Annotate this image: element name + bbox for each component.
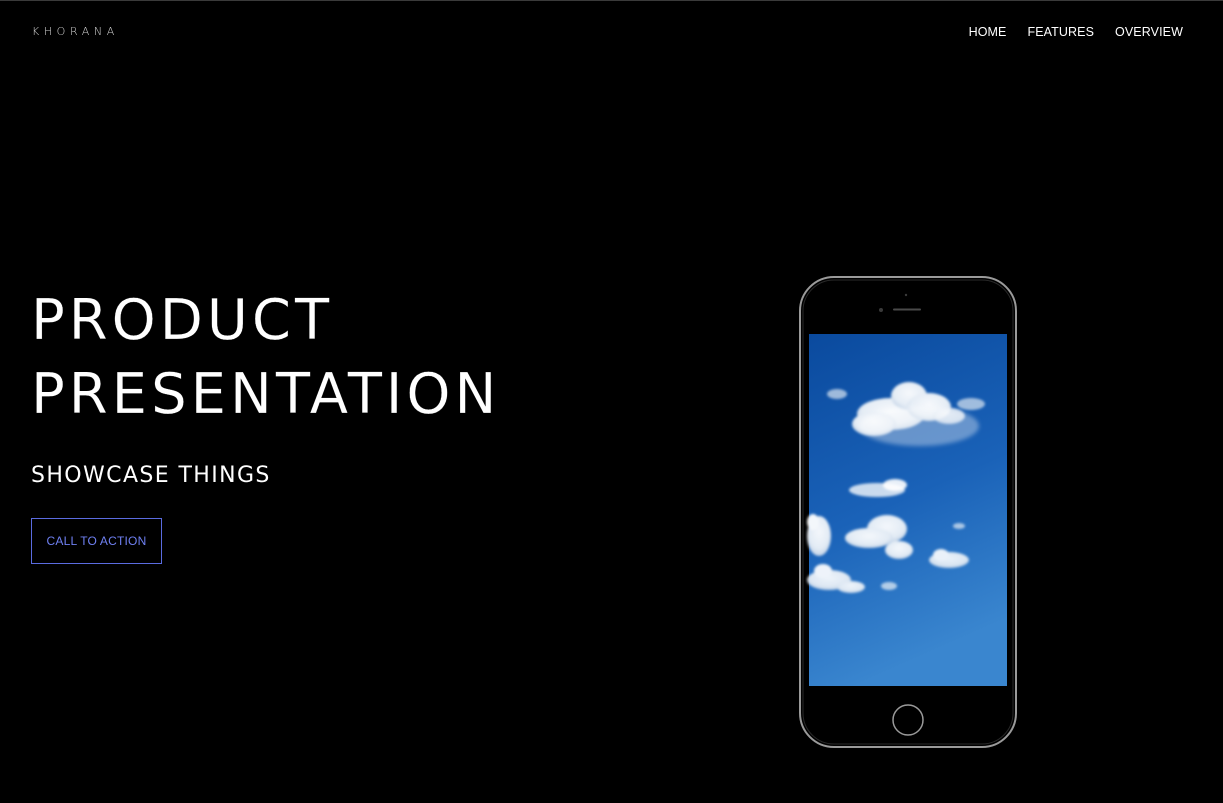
earpiece-speaker: [893, 308, 921, 311]
home-button: [892, 704, 924, 736]
hero-title-line-1: PRODUCT: [31, 288, 334, 353]
nav-home-link[interactable]: HOME: [969, 25, 1007, 39]
top-border: [0, 0, 1223, 1]
hero-title-line-2: PRESENTATION: [31, 362, 501, 427]
front-camera: [879, 308, 883, 312]
nav-features-link[interactable]: FEATURES: [1027, 25, 1094, 39]
main-nav: HOME FEATURES OVERVIEW: [969, 25, 1183, 39]
brand-logo[interactable]: KHORANA: [32, 25, 119, 38]
sensor-dot: [904, 293, 908, 297]
hero-subtitle: SHOWCASE THINGS: [31, 463, 271, 488]
nav-overview-link[interactable]: OVERVIEW: [1115, 25, 1183, 39]
call-to-action-button[interactable]: CALL TO ACTION: [31, 518, 162, 564]
phone-mockup-image: [799, 276, 1017, 748]
hero-title: PRODUCT PRESENTATION: [31, 284, 500, 432]
